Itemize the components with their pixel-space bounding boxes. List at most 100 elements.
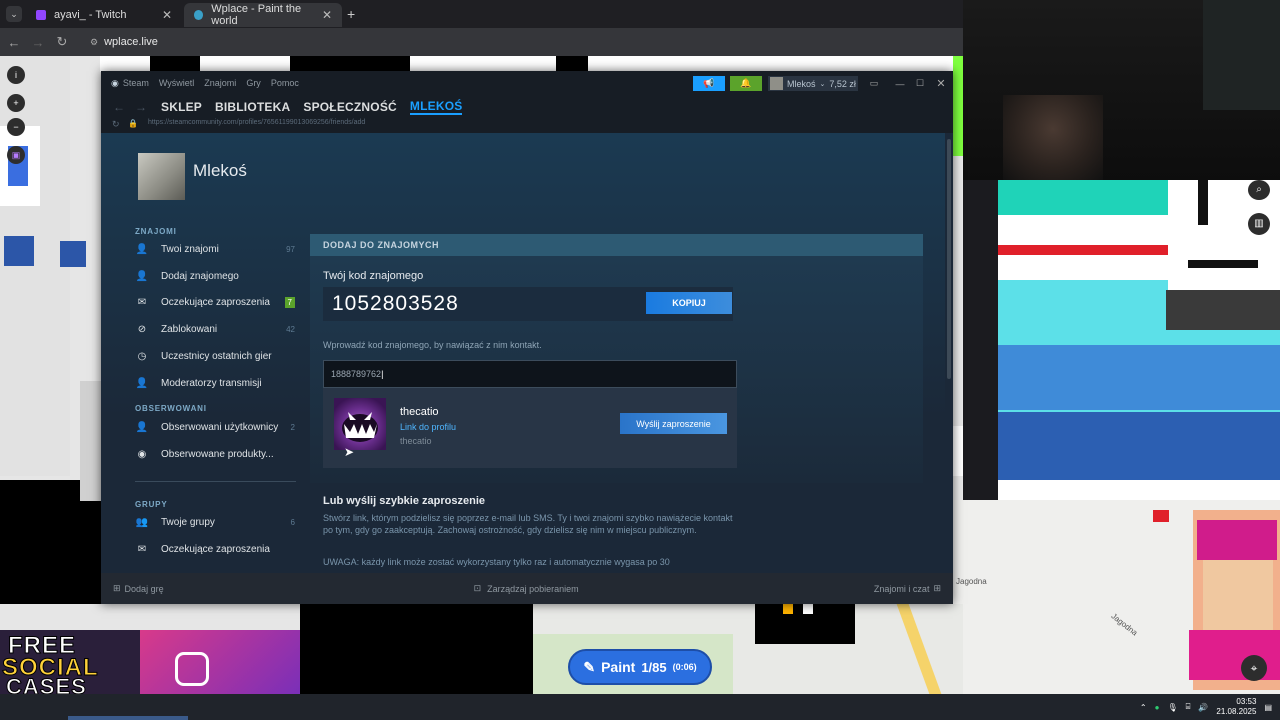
status-icon[interactable]: ● — [1155, 703, 1160, 712]
chevron-up-icon[interactable]: ⌃ — [1140, 703, 1147, 712]
forward-icon[interactable]: → — [26, 35, 50, 50]
close-tab-icon[interactable]: ✕ — [162, 8, 172, 22]
result-avatar[interactable] — [334, 398, 386, 450]
menu-steam[interactable]: Steam — [123, 78, 149, 88]
tab-wplace[interactable]: Wplace - Paint the world ✕ — [184, 3, 342, 27]
group-icon: 👥 — [135, 516, 149, 528]
menu-friends[interactable]: Znajomi — [204, 78, 236, 88]
chevron-down-icon: ⌄ — [819, 80, 826, 88]
taskbar-app-indicators — [68, 716, 188, 720]
sidebar-item-group-invites[interactable]: ✉ Oczekujące zaproszenia — [135, 540, 295, 558]
sidebar-item-blocked[interactable]: ⊘ Zablokowani 42 — [135, 320, 295, 338]
sidebar-item-recent-players[interactable]: ◷ Uczestnicy ostatnich gier — [135, 347, 295, 365]
network-icon[interactable]: ⌸ — [1186, 702, 1191, 712]
sidebar-item-pending-invites[interactable]: ✉ Oczekujące zaproszenia 7 — [135, 293, 295, 311]
zoom-in-icon[interactable]: + — [7, 94, 25, 112]
taskbar: ⌃ ● 🎙 ⌸ 🔊 03:53 21.08.2025 ▤ — [0, 694, 1280, 720]
browser-tab-bar: ⌄ ayavi_ - Twitch ✕ Wplace - Paint the w… — [0, 0, 963, 28]
account-menu[interactable]: Mlekoś ⌄ 7,52 zł — [768, 76, 858, 91]
result-name[interactable]: thecatio — [400, 406, 439, 418]
announcements-button[interactable]: 📢 — [693, 76, 725, 91]
friend-code-box: 1052803528 KOPIUJ — [323, 287, 733, 321]
profile-name[interactable]: Mlekoś — [193, 161, 247, 181]
nav-store[interactable]: SKLEP — [161, 100, 202, 114]
sidebar-item-your-friends[interactable]: 👤 Twoi znajomi 97 — [135, 240, 295, 258]
sidebar-item-add-friend[interactable]: 👤 Dodaj znajomego — [135, 267, 295, 285]
tab-list-button[interactable]: ⌄ — [6, 6, 22, 22]
minimize-icon[interactable]: — — [894, 76, 906, 91]
eye-icon: ◉ — [137, 448, 147, 460]
paint-button[interactable]: ✎ Paint 1/85 (0:06) — [568, 649, 712, 685]
wallet-balance: 7,52 zł — [829, 78, 856, 89]
sidebar-item-followed-products[interactable]: ◉ Obserwowane produkty... — [135, 445, 295, 463]
add-game-button[interactable]: Dodaj grę — [125, 584, 164, 594]
profile-avatar[interactable] — [138, 153, 185, 200]
address-bar[interactable]: ⚙ wplace.live — [90, 36, 158, 48]
nav-library[interactable]: BIBLIOTEKA — [215, 100, 290, 114]
quick-invite-text: Stwórz link, którym podzielisz się poprz… — [323, 513, 733, 535]
volume-icon[interactable]: 🔊 — [1198, 703, 1208, 712]
reload-icon[interactable]: ↻ — [50, 34, 74, 50]
search-icon[interactable]: ⌕ — [1248, 180, 1270, 200]
friend-code-input[interactable]: 1888789762 | — [323, 360, 737, 388]
refresh-icon[interactable]: ↻ — [112, 119, 120, 130]
manage-downloads-button[interactable]: Zarządzaj pobieraniem — [487, 584, 579, 594]
big-picture-icon[interactable]: ▭ — [868, 76, 880, 91]
item-count: 42 — [286, 324, 295, 334]
menu-games[interactable]: Gry — [246, 78, 261, 88]
back-icon[interactable]: ← — [2, 35, 26, 50]
new-tab-button[interactable]: + — [347, 6, 355, 22]
microphone-icon[interactable]: 🎙 — [1167, 703, 1177, 712]
menu-view[interactable]: Wyświetl — [159, 78, 194, 88]
quick-invite-header: Lub wyślij szybkie zaproszenie — [323, 495, 485, 507]
input-value: 1888789762 — [331, 369, 382, 379]
friends-chat-button[interactable]: Znajomi i czat — [874, 584, 930, 594]
steam-logo-icon: ◉ — [111, 77, 119, 88]
wplace-icon — [194, 10, 204, 20]
notifications-button[interactable]: 🔔 — [730, 76, 762, 91]
nav-community[interactable]: SPOŁECZNOŚĆ — [303, 100, 397, 114]
notifications-icon[interactable]: ▤ — [1264, 703, 1272, 712]
menu-help[interactable]: Pomoc — [271, 78, 299, 88]
scrollbar[interactable] — [945, 133, 953, 573]
info-icon[interactable]: i — [7, 66, 25, 84]
close-tab-icon[interactable]: ✕ — [322, 8, 332, 22]
page-url[interactable]: https://steamcommunity.com/profiles/7656… — [148, 119, 365, 126]
add-friend-panel: Twój kod znajomego 1052803528 KOPIUJ Wpr… — [310, 256, 923, 483]
close-icon[interactable]: ✕ — [935, 76, 947, 91]
envelope-icon: ✉ — [137, 543, 147, 555]
sidebar-item-label: Oczekujące zaproszenia — [161, 296, 270, 308]
leaderboard-icon[interactable]: ▥ — [1248, 213, 1270, 235]
sidebar-item-label: Obserwowane produkty... — [161, 448, 274, 460]
street-label: Jagodna — [1109, 611, 1140, 638]
send-invite-button[interactable]: Wyślij zaproszenie — [620, 413, 727, 434]
forward-icon[interactable]: → — [135, 100, 147, 114]
zoom-out-icon[interactable]: − — [7, 118, 25, 136]
site-info-icon[interactable]: ⚙ — [90, 37, 98, 48]
nav-profile[interactable]: MLEKOŚ — [409, 99, 463, 115]
clock[interactable]: 03:53 21.08.2025 — [1216, 697, 1256, 717]
locate-icon[interactable]: ⌖ — [1241, 655, 1267, 681]
copy-button[interactable]: KOPIUJ — [646, 292, 732, 314]
sidebar-item-label: Uczestnicy ostatnich gier — [161, 350, 272, 362]
time: 03:53 — [1236, 697, 1257, 706]
sidebar-item-label: Twoje grupy — [161, 516, 215, 528]
groups-section-header: GRUPY — [135, 500, 168, 509]
friend-code[interactable]: 1052803528 — [332, 292, 459, 316]
sidebar-item-followed-users[interactable]: 👤 Obserwowani użytkownicy 2 — [135, 418, 295, 436]
twitch-icon[interactable]: ▣ — [7, 146, 25, 164]
paint-label: Paint — [601, 659, 636, 675]
envelope-icon: ✉ — [137, 296, 147, 308]
download-icon: ⊡ — [473, 583, 482, 593]
tab-label: Wplace - Paint the world — [211, 3, 302, 27]
tab-twitch[interactable]: ayavi_ - Twitch ✕ — [26, 3, 182, 27]
profile-link[interactable]: Link do profilu — [400, 422, 456, 432]
url-text: wplace.live — [104, 36, 158, 48]
pending-badge: 7 — [284, 296, 295, 308]
back-icon[interactable]: ← — [113, 100, 125, 114]
maximize-icon[interactable]: ☐ — [914, 76, 926, 91]
sidebar-item-your-groups[interactable]: 👥 Twoje grupy 6 — [135, 513, 295, 531]
sidebar-item-broadcast-moderators[interactable]: 👤 Moderatorzy transmisji — [135, 374, 295, 392]
steam-url-row: ↻ 🔒 https://steamcommunity.com/profiles/… — [101, 119, 953, 133]
scrollbar-thumb[interactable] — [947, 139, 951, 379]
